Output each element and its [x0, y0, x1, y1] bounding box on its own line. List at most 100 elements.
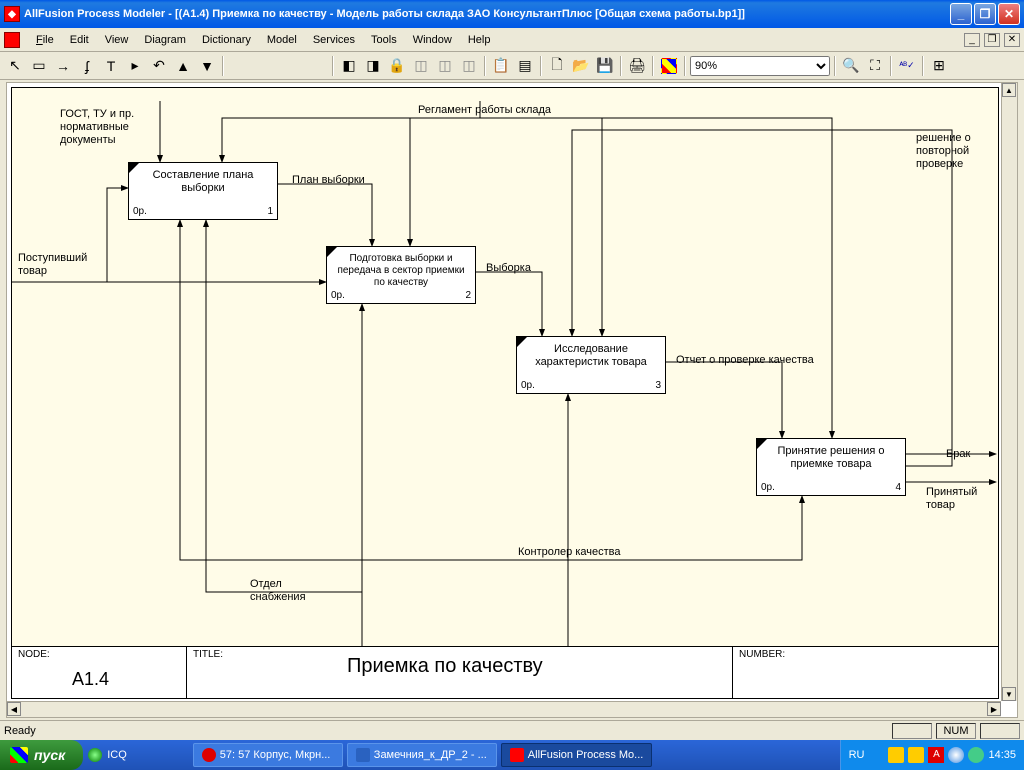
- up-tool-icon[interactable]: ▲: [172, 55, 194, 77]
- page-icon[interactable]: ▤: [514, 55, 536, 77]
- activity-box-1[interactable]: Составление плана выборки 0р. 1: [128, 162, 278, 220]
- status-bar: Ready NUM: [0, 720, 1024, 740]
- menu-tools[interactable]: Tools: [363, 32, 405, 48]
- taskbar-item-allfusion[interactable]: AllFusion Process Mo...: [501, 743, 653, 767]
- mdi-app-icon: [4, 32, 20, 48]
- tray-status-icon[interactable]: [968, 747, 984, 763]
- quicklaunch-icq-icon[interactable]: [84, 744, 106, 766]
- menu-file[interactable]: File: [28, 32, 62, 48]
- menu-model[interactable]: Model: [259, 32, 305, 48]
- undo-tool-icon[interactable]: ↶: [148, 55, 170, 77]
- open-icon[interactable]: 📂: [570, 55, 592, 77]
- status-pane-empty2: [980, 723, 1020, 739]
- menu-edit[interactable]: Edit: [62, 32, 97, 48]
- label-kontroler: Контролер качества: [518, 546, 621, 559]
- activity-1-op: 0р.: [133, 206, 147, 217]
- tray-shield-icon[interactable]: [888, 747, 904, 763]
- text-tool-icon[interactable]: T: [100, 55, 122, 77]
- zoom-in-icon[interactable]: 🔍: [840, 55, 862, 77]
- color-icon[interactable]: [661, 58, 677, 74]
- activity-1-text: Составление плана выборки: [135, 169, 271, 195]
- label-plan: План выборки: [292, 174, 365, 187]
- activity-box-3[interactable]: Исследование характеристик товара 0р. 3: [516, 336, 666, 394]
- squiggle-tool-icon[interactable]: ʄ: [76, 55, 98, 77]
- horizontal-scrollbar[interactable]: ◀ ▶: [7, 701, 1001, 717]
- vertical-scrollbar[interactable]: ▲ ▼: [1001, 83, 1017, 701]
- close-button[interactable]: ✕: [998, 3, 1020, 25]
- label-reglament: Регламент работы склада: [418, 104, 551, 117]
- db3-icon[interactable]: ◫: [458, 55, 480, 77]
- activity-box-4[interactable]: Принятие решения о приемке товара 0р. 4: [756, 438, 906, 496]
- label-reshenie: решение о повторной проверке: [916, 132, 986, 172]
- menu-diagram[interactable]: Diagram: [136, 32, 194, 48]
- activity-4-text: Принятие решения о приемке товара: [763, 445, 899, 471]
- window-titlebar: ◆ AllFusion Process Modeler - [(A1.4) Пр…: [0, 0, 1024, 28]
- spellcheck-icon[interactable]: ᴬᴮ✓: [896, 55, 918, 77]
- menu-dictionary[interactable]: Dictionary: [194, 32, 259, 48]
- taskbar-item-word[interactable]: Замечния_к_ДР_2 - ...: [347, 743, 497, 767]
- windows-flag-icon: [10, 747, 28, 763]
- mdi-minimize-button[interactable]: _: [964, 33, 980, 47]
- menu-window[interactable]: Window: [405, 32, 460, 48]
- diagram-footer: NODE: A1.4 TITLE: Приемка по качеству NU…: [12, 646, 998, 698]
- diagram-canvas-container: ГОСТ, ТУ и пр. нормативные документы Рег…: [6, 82, 1018, 718]
- zoom-fit-icon[interactable]: ⛶: [864, 55, 886, 77]
- scroll-down-icon[interactable]: ▼: [1002, 687, 1016, 701]
- print-icon[interactable]: 🖨: [626, 55, 648, 77]
- activity-4-num: 4: [895, 482, 901, 493]
- model-icon[interactable]: ◧: [338, 55, 360, 77]
- taskbar: пуск ICQ 57: 57 Корпус, Мкрн... Замечния…: [0, 740, 1024, 770]
- mdi-restore-button[interactable]: ❐: [984, 33, 1000, 47]
- activity-3-op: 0р.: [521, 380, 535, 391]
- tray-network-icon[interactable]: [948, 747, 964, 763]
- label-vyborka: Выборка: [486, 262, 531, 275]
- lock-icon[interactable]: 🔒: [386, 55, 408, 77]
- footer-title-value: Приемка по качеству: [347, 655, 543, 678]
- scroll-up-icon[interactable]: ▲: [1002, 83, 1016, 97]
- label-postupivshiy: Поступивший товар: [18, 252, 98, 278]
- start-button[interactable]: пуск: [0, 740, 83, 770]
- zoom-select[interactable]: 90%: [690, 56, 830, 76]
- go-tool-icon[interactable]: ▸: [124, 55, 146, 77]
- menu-bar: File Edit View Diagram Dictionary Model …: [0, 28, 1024, 52]
- activity-3-text: Исследование характеристик товара: [523, 343, 659, 369]
- activity-1-num: 1: [267, 206, 273, 217]
- db2-icon[interactable]: ◫: [434, 55, 456, 77]
- taskbar-item-3-label: AllFusion Process Mo...: [528, 749, 644, 761]
- footer-node-value: A1.4: [72, 669, 109, 690]
- taskbar-item-2-label: Замечния_к_ДР_2 - ...: [374, 749, 487, 761]
- new-icon[interactable]: 🗋: [546, 55, 568, 77]
- save-icon[interactable]: 💾: [594, 55, 616, 77]
- activity-box-2[interactable]: Подготовка выборки и передача в сектор п…: [326, 246, 476, 304]
- diagram-canvas[interactable]: ГОСТ, ТУ и пр. нормативные документы Рег…: [11, 87, 999, 699]
- activity-tool-icon[interactable]: ▭: [28, 55, 50, 77]
- report-icon[interactable]: 📋: [490, 55, 512, 77]
- maximize-button[interactable]: ❐: [974, 3, 996, 25]
- taskbar-item-opera[interactable]: 57: 57 Корпус, Мкрн...: [193, 743, 343, 767]
- model2-icon[interactable]: ◨: [362, 55, 384, 77]
- tree-icon[interactable]: ⊞: [928, 55, 950, 77]
- minimize-button[interactable]: _: [950, 3, 972, 25]
- scroll-right-icon[interactable]: ▶: [987, 702, 1001, 716]
- tray-lang[interactable]: RU: [849, 749, 865, 761]
- status-pane-empty: [892, 723, 932, 739]
- status-ready: Ready: [4, 725, 36, 737]
- mdi-close-button[interactable]: ✕: [1004, 33, 1020, 47]
- activity-4-op: 0р.: [761, 482, 775, 493]
- arrow-tool-icon[interactable]: →: [52, 55, 74, 77]
- status-num: NUM: [936, 723, 976, 739]
- activity-2-text: Подготовка выборки и передача в сектор п…: [333, 253, 469, 289]
- scroll-left-icon[interactable]: ◀: [7, 702, 21, 716]
- label-otchet: Отчет о проверке качества: [676, 354, 814, 367]
- activity-2-op: 0р.: [331, 290, 345, 301]
- down-tool-icon[interactable]: ▼: [196, 55, 218, 77]
- toolbar-separator: [834, 56, 836, 76]
- menu-services[interactable]: Services: [305, 32, 363, 48]
- db-icon[interactable]: ◫: [410, 55, 432, 77]
- tray-shield2-icon[interactable]: [908, 747, 924, 763]
- tray-avira-icon[interactable]: A: [928, 747, 944, 763]
- menu-help[interactable]: Help: [460, 32, 499, 48]
- pointer-tool-icon[interactable]: ↖: [4, 55, 26, 77]
- activity-3-num: 3: [655, 380, 661, 391]
- menu-view[interactable]: View: [97, 32, 137, 48]
